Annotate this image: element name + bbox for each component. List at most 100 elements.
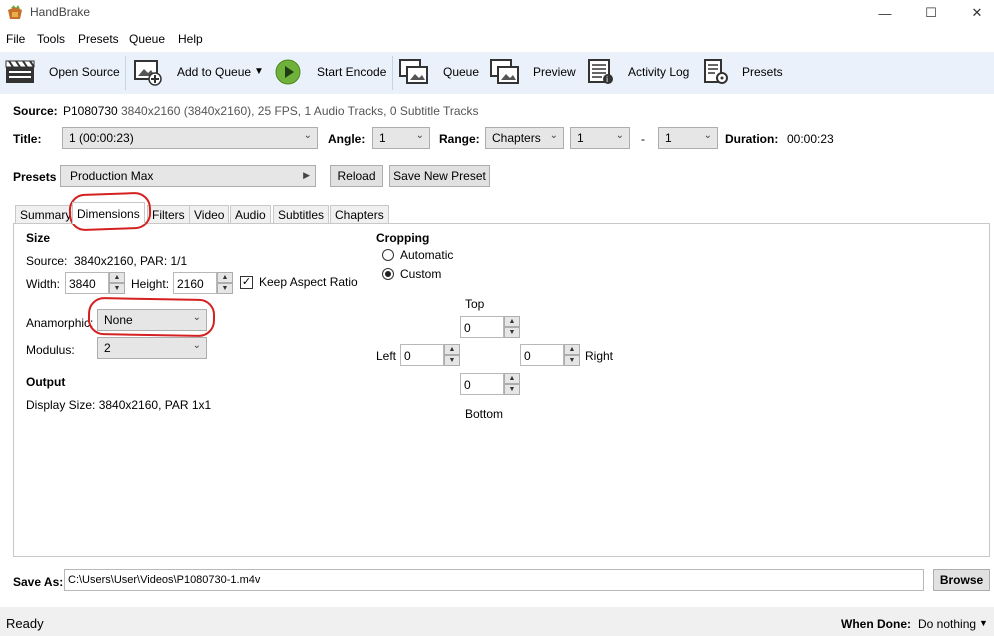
duration-value: 00:00:23 (787, 132, 834, 146)
range-label: Range: (439, 132, 480, 146)
crop-right-label: Right (585, 349, 614, 363)
range-type-value: Chapters (492, 131, 541, 145)
menu-queue[interactable]: Queue (129, 32, 165, 46)
start-encode-button[interactable]: Start Encode (317, 65, 386, 79)
add-to-queue-dropdown-icon[interactable]: ▼ (254, 66, 264, 77)
tab-video[interactable]: Video (189, 205, 230, 223)
menu-file[interactable]: File (6, 32, 25, 46)
presets-label: Presets (13, 170, 57, 184)
up-arrow-icon[interactable]: ▲ (564, 344, 580, 355)
crop-left-stepper[interactable]: ▲ ▼ (444, 344, 460, 366)
anamorphic-select[interactable]: None ⌄ (97, 309, 207, 331)
range-end-select[interactable]: 1 ⌄ (658, 127, 718, 149)
tab-dimensions[interactable]: Dimensions (72, 202, 145, 224)
reload-button[interactable]: Reload (330, 165, 383, 187)
preview-button[interactable]: Preview (533, 65, 576, 79)
save-new-preset-button[interactable]: Save New Preset (389, 165, 490, 187)
down-arrow-icon[interactable]: ▼ (504, 384, 520, 395)
down-arrow-icon[interactable]: ▼ (504, 327, 520, 338)
window-title: HandBrake (30, 5, 91, 19)
presets-select-value: Production Max (70, 169, 154, 183)
activity-log-icon[interactable]: i (587, 58, 615, 86)
up-arrow-icon[interactable]: ▲ (444, 344, 460, 355)
chevron-down-icon: ⌄ (415, 130, 424, 141)
up-arrow-icon[interactable]: ▲ (504, 373, 520, 384)
menu-tools[interactable]: Tools (37, 32, 65, 46)
tab-chapters[interactable]: Chapters (330, 205, 389, 223)
modulus-label: Modulus: (26, 343, 75, 357)
title-select[interactable]: 1 (00:00:23) ⌄ (62, 127, 318, 149)
svg-text:i: i (606, 75, 608, 84)
crop-custom-radio[interactable] (382, 268, 394, 280)
add-to-queue-button[interactable]: Add to Queue (177, 65, 251, 79)
height-input[interactable]: 2160 (173, 272, 217, 294)
preview-icon[interactable] (489, 58, 521, 86)
angle-select[interactable]: 1 ⌄ (372, 127, 430, 149)
clapperboard-icon[interactable] (5, 58, 35, 84)
open-source-button[interactable]: Open Source (49, 65, 120, 79)
keep-aspect-label: Keep Aspect Ratio (259, 275, 358, 289)
browse-button[interactable]: Browse (933, 569, 990, 591)
modulus-select-value: 2 (104, 341, 111, 355)
crop-bottom-input[interactable]: 0 (460, 373, 504, 395)
chevron-right-icon: ▶ (303, 170, 310, 180)
down-arrow-icon[interactable]: ▼ (217, 283, 233, 294)
tab-audio[interactable]: Audio (230, 205, 271, 223)
range-start-value: 1 (577, 131, 584, 145)
chevron-down-icon: ⌄ (703, 130, 712, 141)
down-arrow-icon[interactable]: ▼ (564, 355, 580, 366)
source-label: Source: (13, 104, 58, 118)
crop-right-input[interactable]: 0 (520, 344, 564, 366)
down-arrow-icon[interactable]: ▼ (109, 283, 125, 294)
up-arrow-icon[interactable]: ▲ (109, 272, 125, 283)
width-label: Width: (26, 277, 61, 291)
title-select-value: 1 (00:00:23) (69, 131, 134, 145)
toolbar-divider (392, 56, 393, 90)
crop-left-input[interactable]: 0 (400, 344, 444, 366)
range-start-select[interactable]: 1 ⌄ (570, 127, 630, 149)
when-done-dropdown-icon[interactable]: ▼ (979, 618, 988, 628)
menu-presets[interactable]: Presets (78, 32, 119, 46)
up-arrow-icon[interactable]: ▲ (504, 316, 520, 327)
presets-button[interactable]: Presets (742, 65, 783, 79)
play-icon[interactable] (275, 59, 301, 85)
height-stepper[interactable]: ▲ ▼ (217, 272, 233, 294)
range-type-select[interactable]: Chapters ⌄ (485, 127, 564, 149)
when-done-select[interactable]: Do nothing (918, 617, 976, 631)
range-dash: - (641, 132, 645, 146)
range-end-value: 1 (665, 131, 672, 145)
add-to-queue-icon[interactable] (133, 58, 163, 86)
queue-icon[interactable] (398, 58, 430, 86)
menu-help[interactable]: Help (178, 32, 203, 46)
when-done-label: When Done: (841, 617, 911, 631)
modulus-select[interactable]: 2 ⌄ (97, 337, 207, 359)
cropping-heading: Cropping (376, 231, 430, 245)
activity-log-button[interactable]: Activity Log (628, 65, 689, 79)
crop-automatic-radio[interactable] (382, 249, 394, 261)
width-stepper[interactable]: ▲ ▼ (109, 272, 125, 294)
up-arrow-icon[interactable]: ▲ (217, 272, 233, 283)
presets-icon[interactable] (703, 58, 729, 86)
minimize-button[interactable]: — (862, 0, 908, 26)
queue-button[interactable]: Queue (443, 65, 479, 79)
tab-subtitles[interactable]: Subtitles (273, 205, 330, 223)
keep-aspect-checkbox[interactable]: ✓ (240, 276, 253, 289)
chevron-down-icon: ⌄ (192, 340, 201, 351)
close-button[interactable]: ✕ (954, 0, 994, 26)
crop-top-label: Top (465, 297, 485, 311)
tab-summary[interactable]: Summary (15, 205, 77, 223)
presets-select[interactable]: Production Max ▶ (60, 165, 316, 187)
save-as-path-input[interactable]: C:\Users\User\Videos\P1080730-1.m4v (64, 569, 924, 591)
anamorphic-select-value: None (104, 313, 133, 327)
crop-top-input[interactable]: 0 (460, 316, 504, 338)
maximize-button[interactable]: ☐ (908, 0, 954, 26)
crop-bottom-stepper[interactable]: ▲ ▼ (504, 373, 520, 395)
chevron-down-icon: ⌄ (615, 130, 624, 141)
tab-filters[interactable]: Filters (147, 205, 190, 223)
anamorphic-label: Anamorphic: (26, 316, 94, 330)
width-input[interactable]: 3840 (65, 272, 109, 294)
angle-select-value: 1 (379, 131, 386, 145)
crop-right-stepper[interactable]: ▲ ▼ (564, 344, 580, 366)
crop-top-stepper[interactable]: ▲ ▼ (504, 316, 520, 338)
down-arrow-icon[interactable]: ▼ (444, 355, 460, 366)
